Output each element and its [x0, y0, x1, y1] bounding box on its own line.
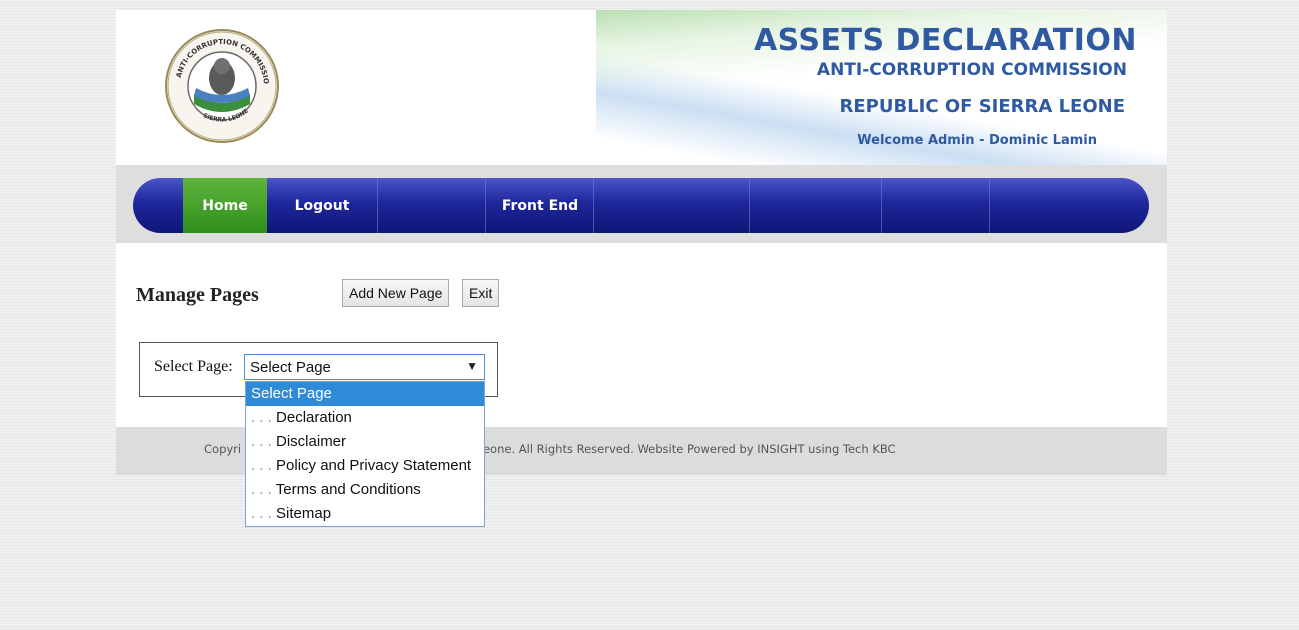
- dropdown-arrow-icon: ▼: [466, 359, 478, 373]
- select-page-label: Select Page:: [154, 358, 233, 375]
- exit-button[interactable]: Exit: [462, 279, 500, 307]
- nav-logout[interactable]: Logout: [267, 178, 377, 233]
- nav-empty-2[interactable]: [593, 178, 750, 233]
- option-select-page[interactable]: Select Page: [246, 382, 484, 406]
- footer-text-left: Copyri: [204, 442, 242, 456]
- site-header: ANTI-CORRUPTION COMMISSION SIERRA LEONE …: [116, 10, 1167, 170]
- welcome-message: Welcome Admin - Dominic Lamin: [857, 133, 1097, 148]
- nav-empty-4[interactable]: [881, 178, 990, 233]
- select-page-value: Select Page: [250, 358, 331, 376]
- site-title: ASSETS DECLARATION: [753, 23, 1137, 58]
- country-name: REPUBLIC OF SIERRA LEONE: [839, 96, 1126, 117]
- nav-empty-3[interactable]: [749, 178, 882, 233]
- nav-empty-5[interactable]: [989, 178, 1098, 233]
- option-disclaimer[interactable]: . . . Disclaimer: [246, 430, 484, 454]
- site-subtitle: ANTI-CORRUPTION COMMISSION: [816, 60, 1127, 80]
- option-declaration[interactable]: . . . Declaration: [246, 406, 484, 430]
- commission-seal-logo: ANTI-CORRUPTION COMMISSION SIERRA LEONE: [162, 16, 279, 143]
- option-sitemap[interactable]: . . . Sitemap: [246, 502, 484, 526]
- page-title: Manage Pages: [136, 284, 259, 306]
- nav-empty-1[interactable]: [377, 178, 486, 233]
- nav-front-end[interactable]: Front End: [485, 178, 594, 233]
- select-page-dropdown[interactable]: Select Page ▼: [244, 354, 485, 380]
- select-page-options-list: Select Page . . . Declaration . . . Disc…: [245, 381, 485, 527]
- add-new-page-button[interactable]: Add New Page: [342, 279, 450, 307]
- nav-home[interactable]: Home: [183, 178, 267, 233]
- main-navbar: Home Logout Front End: [133, 178, 1149, 233]
- header-title-block: ASSETS DECLARATION ANTI-CORRUPTION COMMI…: [753, 23, 1137, 149]
- page-container: ANTI-CORRUPTION COMMISSION SIERRA LEONE …: [116, 10, 1167, 527]
- option-policy-privacy[interactable]: . . . Policy and Privacy Statement: [246, 454, 484, 478]
- option-terms-conditions[interactable]: . . . Terms and Conditions: [246, 478, 484, 502]
